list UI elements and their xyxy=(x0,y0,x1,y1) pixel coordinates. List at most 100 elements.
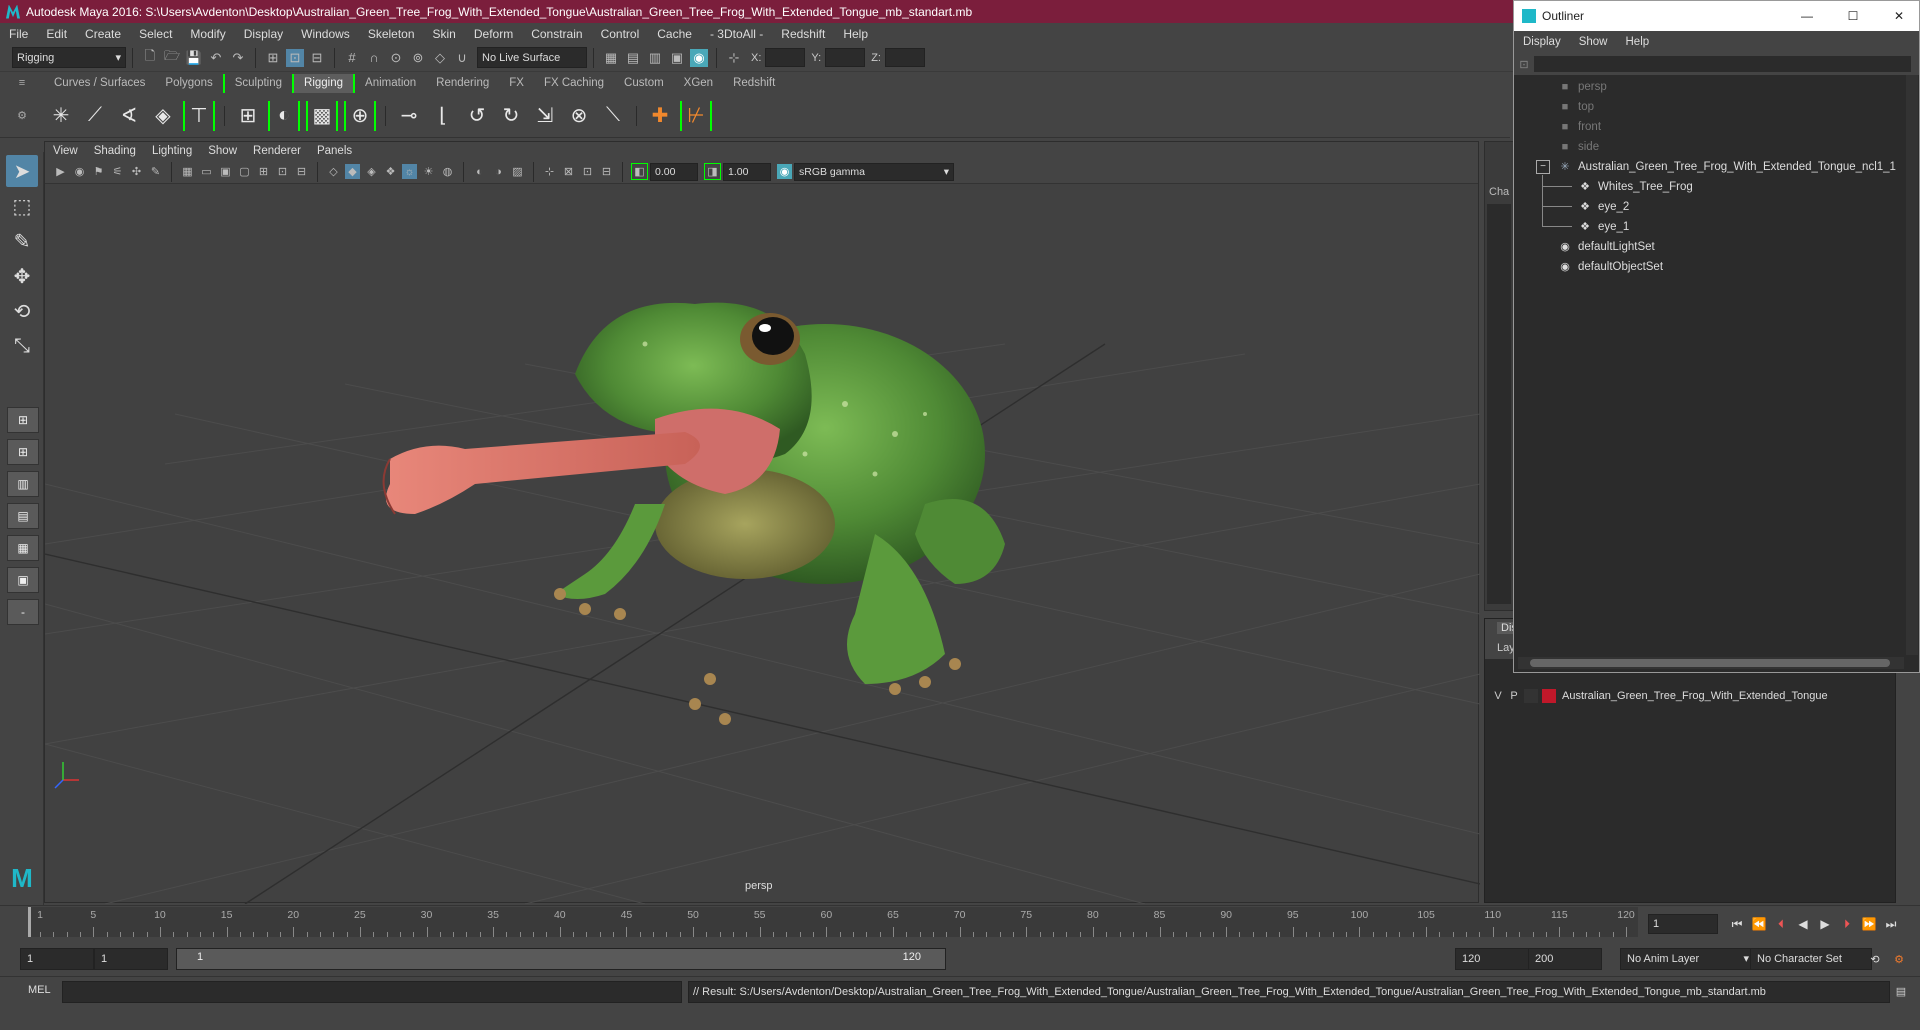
play-backward-icon[interactable]: ◀ xyxy=(1793,914,1813,934)
channel-box-tab[interactable]: Cha xyxy=(1489,186,1509,198)
tab-fx-caching[interactable]: FX Caching xyxy=(534,74,614,93)
outliner-titlebar[interactable]: Outliner — ☐ ✕ xyxy=(1514,1,1919,31)
grid-toggle-icon[interactable]: ▦ xyxy=(180,164,195,179)
vp-menu-shading[interactable]: Shading xyxy=(86,145,144,157)
list-item[interactable]: ❖ eye_1 xyxy=(1578,217,1629,236)
tab-fx[interactable]: FX xyxy=(499,74,534,93)
anim-layer-dropdown[interactable]: No Anim Layer ▾ xyxy=(1620,948,1754,970)
lattice-icon[interactable]: ▩ xyxy=(306,100,338,131)
new-scene-icon[interactable]: 🗋 xyxy=(141,48,159,67)
wireframe-icon[interactable]: ◇ xyxy=(326,164,341,179)
film-gate-icon[interactable]: ▭ xyxy=(199,164,214,179)
aim-constraint-icon[interactable]: ⌊ xyxy=(429,101,457,131)
step-forward-key-icon[interactable]: ⏩ xyxy=(1859,914,1879,934)
tab-xgen[interactable]: XGen xyxy=(674,74,723,93)
color-space-dropdown[interactable]: sRGB gamma ▾ xyxy=(794,162,954,181)
safe-title-icon[interactable]: ⊟ xyxy=(294,164,309,179)
anim-prefs-icon[interactable]: ⚙ xyxy=(1890,950,1908,968)
step-forward-frame-icon[interactable]: ⏵ xyxy=(1837,914,1857,934)
image-plane-icon[interactable]: ⚟ xyxy=(110,164,125,179)
shadows-icon[interactable]: ☀ xyxy=(421,164,436,179)
bookmark-icon[interactable]: ⚑ xyxy=(91,164,106,179)
vp-menu-show[interactable]: Show xyxy=(200,145,245,157)
tab-curves-surfaces[interactable]: Curves / Surfaces xyxy=(44,74,155,93)
hypershade-icon[interactable]: ▣ xyxy=(668,49,686,67)
single-view-layout-icon[interactable]: ⊞ xyxy=(7,407,39,433)
wire-on-shaded-icon[interactable]: ◈ xyxy=(364,164,379,179)
close-icon[interactable]: ✕ xyxy=(1879,1,1919,31)
maximize-icon[interactable]: ☐ xyxy=(1833,1,1873,31)
menu-constrain[interactable]: Constrain xyxy=(522,27,591,41)
menu-skeleton[interactable]: Skeleton xyxy=(359,27,424,41)
isolate-select-icon[interactable]: ⊹ xyxy=(542,164,557,179)
outliner-menu-show[interactable]: Show xyxy=(1570,36,1617,48)
tab-animation[interactable]: Animation xyxy=(355,74,426,93)
persp-outliner-layout-icon[interactable]: ▦ xyxy=(7,535,39,561)
collapse-icon[interactable]: − xyxy=(1536,159,1550,174)
render-frame-icon[interactable]: ▦ xyxy=(602,49,620,67)
scale-tool-icon[interactable]: ⤡ xyxy=(6,330,38,362)
animation-end-field[interactable]: 200 xyxy=(1528,948,1602,970)
use-lights-icon[interactable]: ☼ xyxy=(402,164,417,179)
3d-scene[interactable] xyxy=(45,184,1480,904)
four-view-layout-icon[interactable]: ⊞ xyxy=(7,439,39,465)
camera-select-icon[interactable]: ▶ xyxy=(53,164,68,179)
list-item[interactable]: ❖ eye_2 xyxy=(1578,197,1629,216)
shelf-settings-icon[interactable]: ⚙ xyxy=(0,109,44,122)
persp-graph-layout-icon[interactable]: ▤ xyxy=(7,503,39,529)
ambient-occlusion-icon[interactable]: ◍ xyxy=(440,164,455,179)
tab-rendering[interactable]: Rendering xyxy=(426,74,499,93)
outliner-menu-help[interactable]: Help xyxy=(1617,36,1659,48)
command-input[interactable] xyxy=(62,981,682,1003)
pole-vector-icon[interactable]: ⊗ xyxy=(565,101,593,131)
cluster-icon[interactable]: ⊕ xyxy=(344,100,376,131)
menu-redshift[interactable]: Redshift xyxy=(772,27,834,41)
command-language-label[interactable]: MEL xyxy=(28,984,51,996)
vp-menu-lighting[interactable]: Lighting xyxy=(144,145,200,157)
character-set-dropdown[interactable]: No Character Set xyxy=(1750,948,1872,970)
snap-grid-icon[interactable]: # xyxy=(343,49,361,67)
list-item[interactable]: ■ front xyxy=(1558,117,1601,136)
field-chart-icon[interactable]: ⊞ xyxy=(256,164,271,179)
resolution-gate-icon[interactable]: ▣ xyxy=(218,164,233,179)
motion-blur-icon[interactable]: ◐ xyxy=(472,164,487,179)
layout-menu-icon[interactable]: - xyxy=(7,599,39,625)
snap-curve-icon[interactable]: ∩ xyxy=(365,49,383,67)
menu-display[interactable]: Display xyxy=(235,27,292,41)
move-tool-icon[interactable]: ✥ xyxy=(6,260,38,292)
geometry-constraint-icon[interactable]: ⟍ xyxy=(599,101,627,131)
display-layer-row[interactable]: V P Australian_Green_Tree_Frog_With_Exte… xyxy=(1490,686,1890,706)
outliner-horizontal-scrollbar[interactable] xyxy=(1518,657,1904,669)
orient-joint-icon[interactable]: ⊤ xyxy=(183,100,215,131)
anti-alias-icon[interactable]: ◑ xyxy=(491,164,506,179)
snap-point-icon[interactable]: ⊙ xyxy=(387,49,405,67)
exposure-icon[interactable]: ◧ xyxy=(631,163,648,180)
color-management-icon[interactable]: ◉ xyxy=(777,164,792,179)
menu-windows[interactable]: Windows xyxy=(292,27,359,41)
y-field[interactable] xyxy=(825,48,866,67)
go-to-start-icon[interactable]: ⏮ xyxy=(1727,914,1747,934)
animation-start-field[interactable]: 1 xyxy=(20,948,94,970)
current-time-marker[interactable] xyxy=(28,907,31,937)
tab-polygons[interactable]: Polygons xyxy=(155,74,222,93)
layer-type-toggle[interactable] xyxy=(1524,689,1538,703)
layer-color-swatch[interactable] xyxy=(1542,689,1556,703)
tab-sculpting[interactable]: Sculpting xyxy=(222,73,292,93)
shelf-menu-icon[interactable]: ≡ xyxy=(0,77,44,89)
exposure-field[interactable]: 0.00 xyxy=(650,162,698,181)
2d-pan-icon[interactable]: ✣ xyxy=(129,164,144,179)
grease-pencil-icon[interactable]: ✎ xyxy=(148,164,163,179)
vp-menu-view[interactable]: View xyxy=(45,145,86,157)
menu-create[interactable]: Create xyxy=(76,27,130,41)
playback-start-field[interactable]: 1 xyxy=(94,948,168,970)
scrollbar-thumb[interactable] xyxy=(1530,659,1890,667)
lasso-tool-icon[interactable]: ⬚ xyxy=(6,190,38,222)
range-slider[interactable]: 1 120 xyxy=(176,948,946,970)
scale-constraint-icon[interactable]: ↻ xyxy=(497,101,525,131)
live-surface-field[interactable]: No Live Surface xyxy=(477,47,587,68)
two-view-layout-icon[interactable]: ▥ xyxy=(7,471,39,497)
step-back-frame-icon[interactable]: ⏴ xyxy=(1771,914,1791,934)
xray-icon[interactable]: ⊠ xyxy=(561,164,576,179)
step-back-key-icon[interactable]: ⏪ xyxy=(1749,914,1769,934)
safe-action-icon[interactable]: ⊡ xyxy=(275,164,290,179)
